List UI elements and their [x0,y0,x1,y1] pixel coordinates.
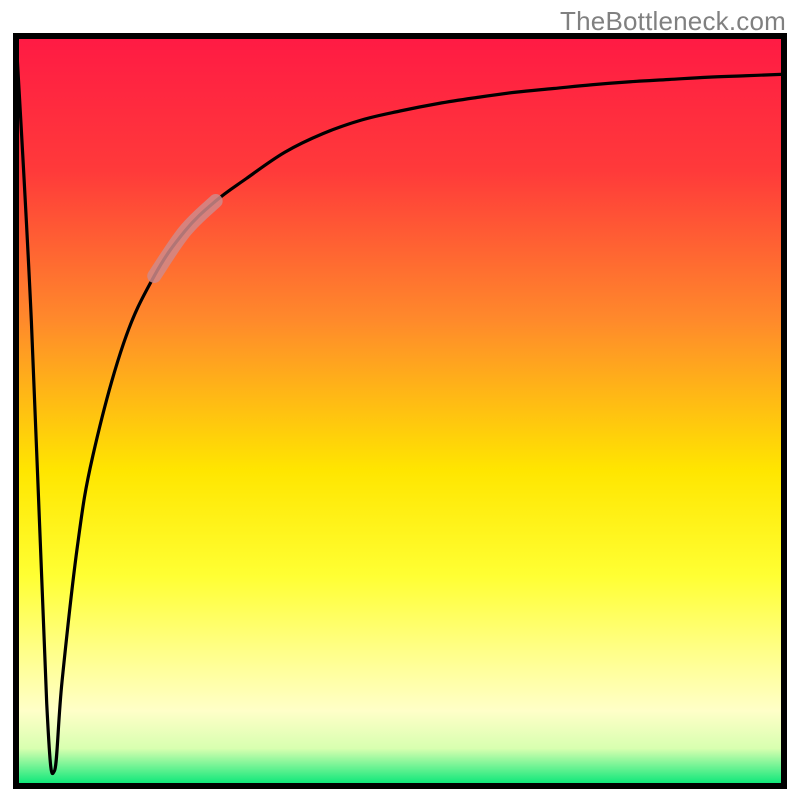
plot-background [16,36,784,786]
chart-stage: TheBottleneck.com [0,0,800,800]
bottleneck-chart [0,0,800,800]
watermark-label: TheBottleneck.com [560,6,786,37]
